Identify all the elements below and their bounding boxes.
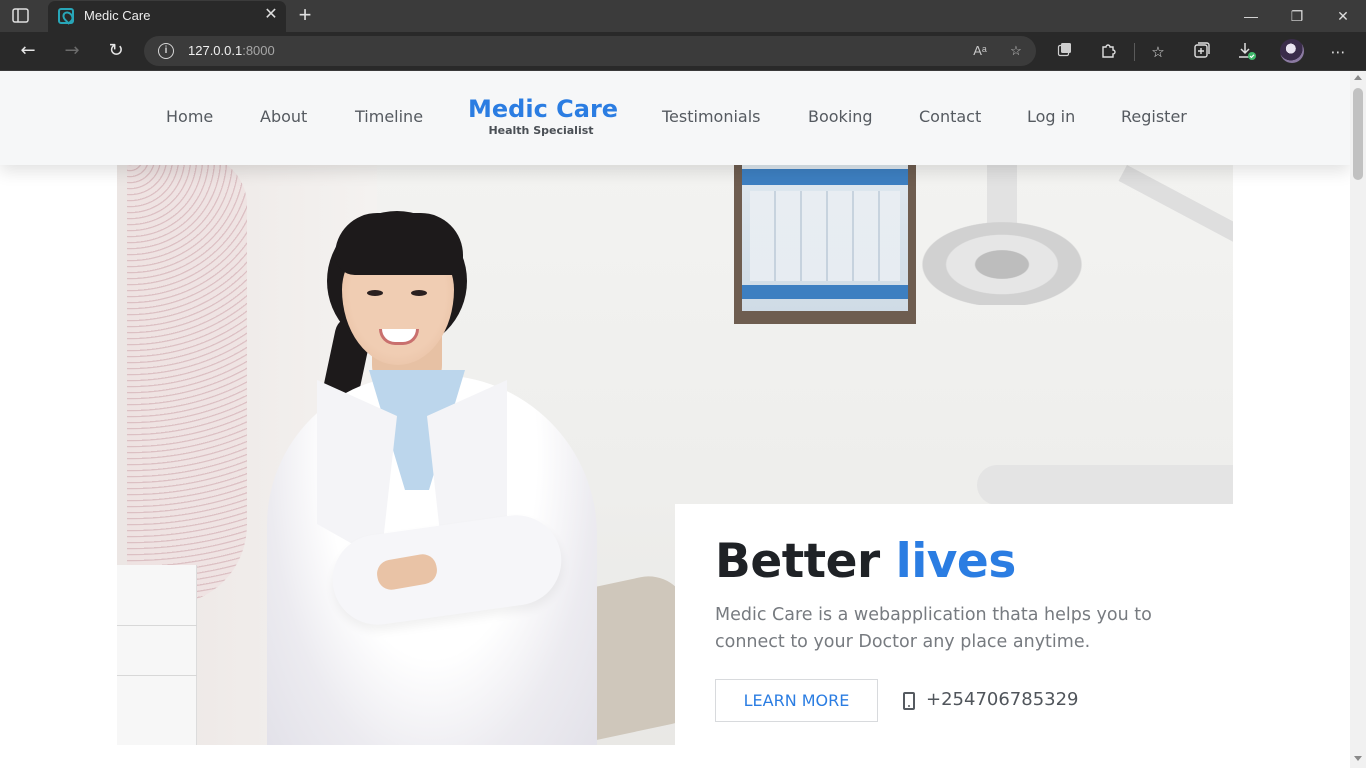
tab-actions-icon[interactable] <box>12 8 30 24</box>
more-icon[interactable]: ⋯ <box>1327 41 1349 63</box>
refresh-icon[interactable]: ↻ <box>102 38 130 64</box>
collections-icon[interactable] <box>1191 41 1213 63</box>
nav-contact[interactable]: Contact <box>919 107 981 126</box>
nav-testimonials[interactable]: Testimonials <box>662 107 761 126</box>
page-viewport: Home About Timeline Medic Care Health Sp… <box>0 71 1350 768</box>
hero-poster-chart <box>750 191 900 281</box>
favorites-icon[interactable]: ☆ <box>1147 41 1169 63</box>
brand-title: Medic Care <box>468 95 619 123</box>
hero-cabinet <box>117 565 197 745</box>
star-add-icon[interactable]: ☆ <box>1006 41 1026 61</box>
nav-about[interactable]: About <box>260 107 307 126</box>
nav-booking[interactable]: Booking <box>808 107 873 126</box>
page-scrollbar[interactable] <box>1350 71 1366 768</box>
hero-dental-lamp <box>909 215 1095 305</box>
learn-more-button[interactable]: LEARN MORE <box>715 679 878 722</box>
phone-number: +254706785329 <box>926 689 1079 710</box>
back-arrow-icon[interactable]: ← <box>14 38 42 64</box>
mobile-phone-icon <box>903 692 915 710</box>
browser-tab-strip: Medic Care ✕ + — ❐ ✕ <box>0 0 1366 32</box>
profile-avatar[interactable] <box>1280 39 1304 63</box>
site-favicon <box>58 8 74 24</box>
window-close-icon[interactable]: ✕ <box>1320 0 1366 32</box>
toolbar-divider <box>1134 43 1135 61</box>
info-icon[interactable]: i <box>158 43 174 59</box>
nav-register[interactable]: Register <box>1121 107 1187 126</box>
nav-home[interactable]: Home <box>166 107 213 126</box>
hero-poster-band <box>742 285 908 299</box>
address-text[interactable]: 127.0.0.1:8000 <box>188 43 275 58</box>
address-host: 127.0.0.1 <box>188 43 243 58</box>
brand-subtitle: Health Specialist <box>488 124 594 137</box>
plus-icon[interactable]: + <box>294 4 316 26</box>
scrollbar-thumb[interactable] <box>1353 88 1363 180</box>
puzzle-icon[interactable] <box>1098 41 1120 63</box>
hero-chair-arm <box>977 465 1233 505</box>
doctor-eye-right <box>411 290 427 296</box>
hero-curtain <box>127 165 247 605</box>
headline-main: Better <box>715 534 880 589</box>
brand-logo[interactable]: Medic Care Health Specialist <box>468 95 619 137</box>
headline-accent: lives <box>895 534 1017 589</box>
nav-login[interactable]: Log in <box>1027 107 1075 126</box>
forward-arrow-icon: → <box>64 40 80 61</box>
close-icon[interactable]: ✕ <box>264 6 278 22</box>
cabinet-drawer-line <box>117 675 197 676</box>
hero-description: Medic Care is a webapplication thata hel… <box>715 605 1152 652</box>
doctor-hair-top <box>335 213 463 275</box>
browser-tab[interactable]: Medic Care ✕ <box>48 1 286 32</box>
scroll-down-arrow-icon[interactable] <box>1354 756 1362 761</box>
hero-info-card: Better lives Medic Care is a webapplicat… <box>675 504 1233 768</box>
site-navbar: Home About Timeline Medic Care Health Sp… <box>0 71 1350 165</box>
minimize-icon[interactable]: — <box>1228 0 1274 32</box>
tab-title: Medic Care <box>84 8 151 23</box>
nav-timeline[interactable]: Timeline <box>355 107 423 126</box>
browser-toolbar: ← → ↻ i 127.0.0.1:8000 Aᵃ ☆ ☆ ⋯ <box>0 32 1366 71</box>
address-bar[interactable]: i 127.0.0.1:8000 Aᵃ ☆ <box>144 36 1036 66</box>
restore-icon[interactable]: ❐ <box>1274 0 1320 32</box>
tab-copy-icon[interactable] <box>1054 41 1076 63</box>
scroll-up-arrow-icon[interactable] <box>1354 75 1362 80</box>
hero-headline: Better lives <box>715 534 1016 589</box>
address-port: :8000 <box>242 43 275 58</box>
doctor-eye-left <box>367 290 383 296</box>
hero-poster-inner <box>742 165 908 311</box>
hero-ceiling-pipe <box>1118 165 1233 247</box>
read-aloud-icon[interactable]: Aᵃ <box>970 41 990 61</box>
hero-wall-poster <box>734 165 916 324</box>
hero-poster-band <box>742 169 908 185</box>
download-icon[interactable] <box>1236 41 1258 63</box>
cabinet-drawer-line <box>117 625 197 626</box>
